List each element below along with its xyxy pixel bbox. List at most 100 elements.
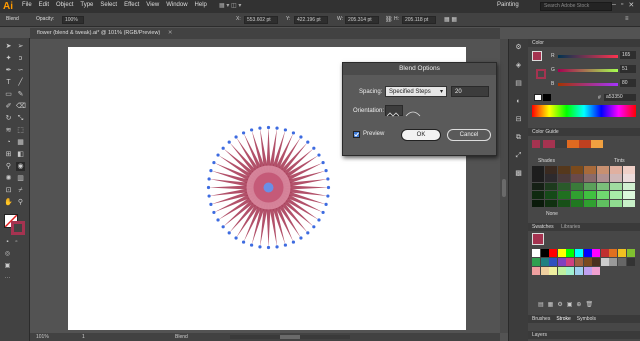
anchor-point[interactable] [241, 131, 246, 135]
menu-edit[interactable]: Edit [39, 2, 49, 8]
color-stroke-swatch[interactable] [536, 69, 546, 79]
guide-swatch[interactable] [610, 191, 622, 199]
menu-select[interactable]: Select [100, 2, 117, 8]
swatch[interactable] [540, 258, 549, 266]
tab-symbols[interactable]: Symbols [577, 316, 596, 323]
swatch[interactable] [566, 249, 575, 257]
gradient-tool-icon[interactable]: ◧ [16, 150, 25, 159]
anchor-point[interactable] [275, 245, 279, 249]
draw-mode-icon[interactable]: ◎ [3, 250, 12, 259]
pathfinder-icon[interactable]: ⧉ [514, 133, 523, 142]
anchor-point[interactable] [283, 243, 288, 247]
menu-view[interactable]: View [146, 2, 159, 8]
width-tool-icon[interactable]: ≋ [4, 126, 13, 135]
slice-tool-icon[interactable]: ⌿ [16, 186, 25, 195]
swatch-options-icon[interactable]: ⚙ [557, 302, 566, 308]
guide-swatch[interactable] [545, 166, 557, 174]
gradient-mode-icon[interactable]: ▫ [12, 238, 21, 247]
swatch[interactable] [532, 249, 540, 257]
guide-swatch[interactable] [571, 199, 583, 208]
anchor-point[interactable] [317, 218, 321, 222]
workspace-switcher[interactable]: Painting [497, 2, 519, 8]
menu-effect[interactable]: Effect [124, 2, 139, 8]
lasso-tool-icon[interactable]: ↄ [16, 54, 25, 63]
y-field[interactable]: 422.196 pt [294, 16, 328, 24]
anchor-point[interactable] [258, 245, 262, 249]
anchor-point[interactable] [227, 140, 231, 144]
tab-layers[interactable]: Layers [528, 331, 640, 339]
anchor-point[interactable] [212, 160, 216, 165]
swatch[interactable] [592, 258, 601, 266]
transform-icon[interactable]: ▦ ▦ [444, 16, 457, 23]
swatch[interactable] [575, 267, 583, 275]
edit-toolbar-icon[interactable]: ··· [3, 274, 12, 283]
swatch[interactable] [566, 267, 575, 275]
anchor-point[interactable] [324, 168, 328, 173]
anchor-point[interactable] [326, 194, 330, 198]
anchor-point[interactable] [299, 236, 303, 240]
stroke-swatch[interactable] [11, 221, 25, 235]
white-swatch[interactable] [534, 94, 542, 101]
rectangle-tool-icon[interactable]: ▭ [4, 90, 13, 99]
swatch[interactable] [592, 267, 601, 275]
column-graph-tool-icon[interactable]: ▥ [16, 174, 25, 183]
swatch[interactable] [566, 258, 575, 266]
anchor-point[interactable] [326, 185, 331, 190]
color-guide-grid[interactable] [532, 166, 636, 208]
r-slider[interactable] [558, 55, 618, 58]
artboard-tool-icon[interactable]: ⊡ [4, 186, 13, 195]
horizontal-scroll-thumb[interactable] [280, 335, 300, 339]
eraser-tool-icon[interactable]: ⌫ [16, 102, 26, 111]
swatch[interactable] [626, 249, 635, 257]
paintbrush-tool-icon[interactable]: ✎ [16, 90, 25, 99]
guide-swatch[interactable] [623, 174, 635, 182]
shape-builder-tool-icon[interactable]: ◔ [4, 138, 13, 147]
guide-swatch[interactable] [532, 182, 544, 191]
anchor-point[interactable] [234, 236, 238, 240]
bridge-icon[interactable]: ▦ ▾ ◫ ▾ [219, 2, 241, 9]
guide-swatch[interactable] [532, 199, 544, 208]
layers-icon[interactable]: ◈ [514, 61, 523, 70]
anchor-point[interactable] [221, 146, 225, 150]
guide-swatch[interactable] [571, 182, 583, 191]
anchor-point[interactable] [275, 126, 279, 130]
swatch[interactable] [618, 249, 626, 257]
swatch[interactable] [600, 249, 609, 257]
cancel-button[interactable]: Cancel [447, 129, 491, 141]
guide-swatch[interactable] [597, 191, 609, 199]
delete-swatch-icon[interactable]: 🗑 [585, 302, 597, 308]
color-panel-title[interactable]: Color [528, 39, 640, 47]
guide-swatch[interactable] [584, 166, 596, 174]
anchor-point[interactable] [326, 177, 330, 181]
b-slider[interactable] [558, 83, 618, 86]
guide-swatch[interactable] [545, 199, 557, 208]
guide-swatch[interactable] [597, 174, 609, 182]
opacity-field[interactable]: 100% [62, 16, 84, 24]
swatch[interactable] [549, 258, 558, 266]
anchor-point[interactable] [312, 146, 316, 150]
anchor-point[interactable] [227, 231, 231, 235]
close-icon[interactable]: ✕ [628, 1, 634, 9]
anchor-point[interactable] [324, 202, 328, 207]
guide-swatch[interactable] [623, 199, 635, 208]
hand-tool-icon[interactable]: ✋ [4, 198, 13, 207]
pen-tool-icon[interactable]: ✒ [4, 66, 13, 75]
guide-swatch[interactable] [610, 182, 622, 191]
anchor-point[interactable] [209, 168, 213, 173]
free-transform-tool-icon[interactable]: ⬚ [16, 126, 25, 135]
h-field[interactable]: 205.118 pt [402, 16, 436, 24]
guide-swatch[interactable] [545, 174, 557, 182]
anchor-point[interactable] [216, 218, 220, 222]
anchor-point[interactable] [241, 240, 246, 244]
black-swatch[interactable] [543, 94, 551, 101]
guide-swatch[interactable] [623, 191, 635, 199]
guide-swatch[interactable] [571, 166, 583, 174]
direct-selection-tool-icon[interactable]: ➢ [16, 42, 25, 51]
shaper-tool-icon[interactable]: ✐ [4, 102, 13, 111]
screen-mode-icon[interactable]: ▣ [3, 262, 12, 271]
g-slider[interactable] [558, 69, 618, 72]
g-field[interactable]: 51 [620, 65, 636, 73]
swatch-kind-icon[interactable]: ▦ [548, 302, 558, 308]
anchor-point[interactable] [317, 153, 321, 157]
anchor-point[interactable] [283, 128, 288, 132]
